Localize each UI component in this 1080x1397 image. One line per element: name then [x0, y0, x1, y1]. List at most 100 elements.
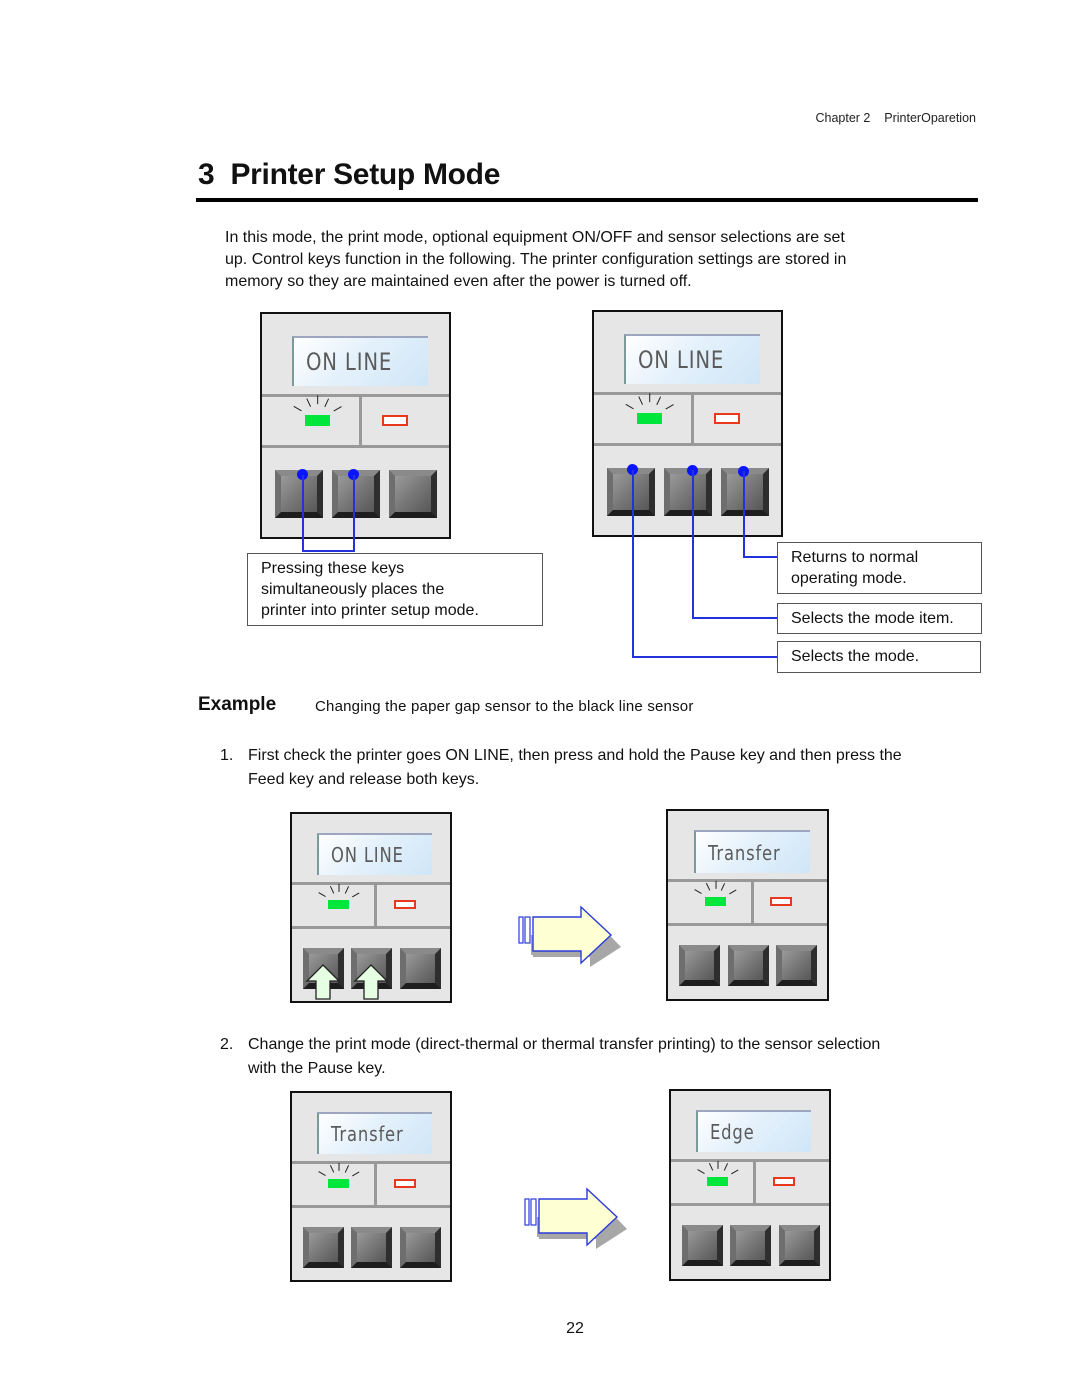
- printer-panel-step1-after: Transfer: [666, 809, 829, 1001]
- intro-line: In this mode, the print mode, optional e…: [225, 229, 845, 246]
- key-pause-button[interactable]: [303, 1227, 344, 1268]
- online-led-icon: [305, 415, 330, 426]
- divider: [359, 397, 362, 445]
- led-glow-ray: [338, 1162, 340, 1171]
- key-feed-button[interactable]: [730, 1225, 771, 1266]
- led-glow-ray: [316, 395, 319, 405]
- printer-panel-step2-after: Edge: [669, 1089, 831, 1281]
- online-led-icon: [328, 1179, 349, 1188]
- key-feed-button[interactable]: [728, 945, 769, 986]
- key-stop-button[interactable]: [776, 945, 817, 986]
- lcd-display: Edge: [696, 1110, 811, 1152]
- step-line: First check the printer goes ON LINE, th…: [248, 747, 902, 764]
- lcd-display: ON LINE: [317, 833, 432, 875]
- divider: [751, 882, 754, 923]
- error-led-icon: [394, 1179, 416, 1188]
- lcd-text: ON LINE: [306, 348, 393, 376]
- led-glow-ray: [352, 1171, 360, 1177]
- led-glow-ray: [352, 892, 360, 898]
- error-led-icon: [394, 900, 416, 909]
- indicator-area: [292, 883, 450, 929]
- printer-panel-setup-keys: ON LINE: [260, 312, 451, 539]
- lcd-display: ON LINE: [624, 334, 760, 384]
- connector-line: [302, 475, 304, 551]
- callout-returns-normal: Returns to normal operating mode.: [777, 542, 982, 594]
- divider: [691, 395, 694, 443]
- section-title: 3 Printer Setup Mode: [198, 158, 500, 192]
- section-title-text: Printer Setup Mode: [230, 158, 501, 191]
- led-glow-ray: [305, 398, 312, 408]
- connector-line: [743, 471, 745, 557]
- online-led-icon: [707, 1177, 728, 1186]
- led-glow-ray: [329, 1165, 334, 1173]
- callout-line: simultaneously places the: [261, 581, 445, 598]
- transition-arrow-icon: [524, 1187, 627, 1249]
- key-pause-button[interactable]: [682, 1225, 723, 1266]
- key-stop-button[interactable]: [779, 1225, 820, 1266]
- step-number: 2.: [220, 1036, 234, 1053]
- callout-selects-mode: Selects the mode.: [777, 641, 981, 673]
- step-line: Feed key and release both keys.: [248, 771, 480, 788]
- led-glow-ray: [720, 883, 726, 891]
- chapter-label: Chapter 2: [815, 111, 871, 125]
- indicator-area: [668, 880, 827, 926]
- key-feed-button[interactable]: [351, 1227, 392, 1268]
- key-feed-button[interactable]: [664, 468, 712, 516]
- callout-setup-keys: Pressing these keys simultaneously place…: [247, 553, 543, 626]
- step-line: Change the print mode (direct-thermal or…: [248, 1036, 881, 1053]
- indicator-area: [594, 393, 781, 446]
- key-stop-button[interactable]: [400, 948, 441, 989]
- step-2: 2. Change the print mode (direct-thermal…: [220, 1033, 990, 1083]
- online-led-icon: [705, 897, 726, 906]
- chapter-title: PrinterOparetion: [884, 111, 976, 125]
- intro-paragraph: In this mode, the print mode, optional e…: [221, 227, 937, 293]
- step-number: 1.: [220, 747, 234, 764]
- display-area: ON LINE: [262, 314, 449, 397]
- led-glow-ray: [625, 403, 634, 410]
- intro-line: up. Control keys function in the followi…: [225, 251, 847, 268]
- intro-line: memory so they are maintained even after…: [225, 273, 692, 290]
- lcd-display: Transfer: [694, 830, 810, 873]
- led-glow-ray: [723, 1163, 728, 1171]
- lcd-display: ON LINE: [292, 336, 428, 386]
- led-glow-ray: [329, 886, 334, 894]
- callout-line: Selects the mode.: [791, 648, 920, 665]
- key-stop-button[interactable]: [400, 1227, 441, 1268]
- press-arrow-icon: [353, 964, 389, 1000]
- led-glow-ray: [637, 396, 644, 406]
- display-area: Transfer: [292, 1093, 450, 1164]
- led-glow-ray: [344, 886, 349, 894]
- lcd-text: Edge: [710, 1120, 755, 1144]
- led-glow-ray: [705, 883, 710, 891]
- chapter-header: Chapter 2 PrinterOparetion: [760, 111, 976, 125]
- divider: [753, 1162, 756, 1203]
- led-glow-ray: [728, 889, 737, 895]
- online-led-icon: [637, 413, 662, 424]
- section-number: 3: [198, 158, 215, 191]
- callout-line: printer into printer setup mode.: [261, 602, 479, 619]
- transition-arrow-icon: [518, 905, 621, 967]
- callout-line: Pressing these keys: [261, 560, 405, 577]
- connector-line: [692, 617, 778, 619]
- key-pause-button[interactable]: [607, 468, 655, 516]
- example-description: Changing the paper gap sensor to the bla…: [315, 698, 694, 715]
- led-glow-ray: [694, 889, 702, 895]
- page-number: 22: [566, 1320, 584, 1337]
- led-glow-ray: [293, 405, 302, 412]
- display-area: Transfer: [668, 811, 827, 882]
- led-glow-ray: [708, 1163, 713, 1171]
- callout-line: operating mode.: [791, 570, 907, 587]
- lcd-text: Transfer: [331, 1122, 404, 1146]
- led-glow-ray: [697, 1169, 705, 1175]
- indicator-area: [262, 395, 449, 448]
- key-stop-button[interactable]: [389, 470, 437, 518]
- led-glow-ray: [648, 393, 651, 403]
- led-glow-ray: [655, 396, 662, 406]
- press-arrow-icon: [305, 964, 341, 1000]
- example-label: Example: [198, 694, 277, 715]
- display-area: ON LINE: [292, 814, 450, 885]
- error-led-icon: [770, 897, 792, 906]
- led-glow-ray: [665, 403, 674, 410]
- key-pause-button[interactable]: [679, 945, 720, 986]
- indicator-area: [671, 1160, 829, 1206]
